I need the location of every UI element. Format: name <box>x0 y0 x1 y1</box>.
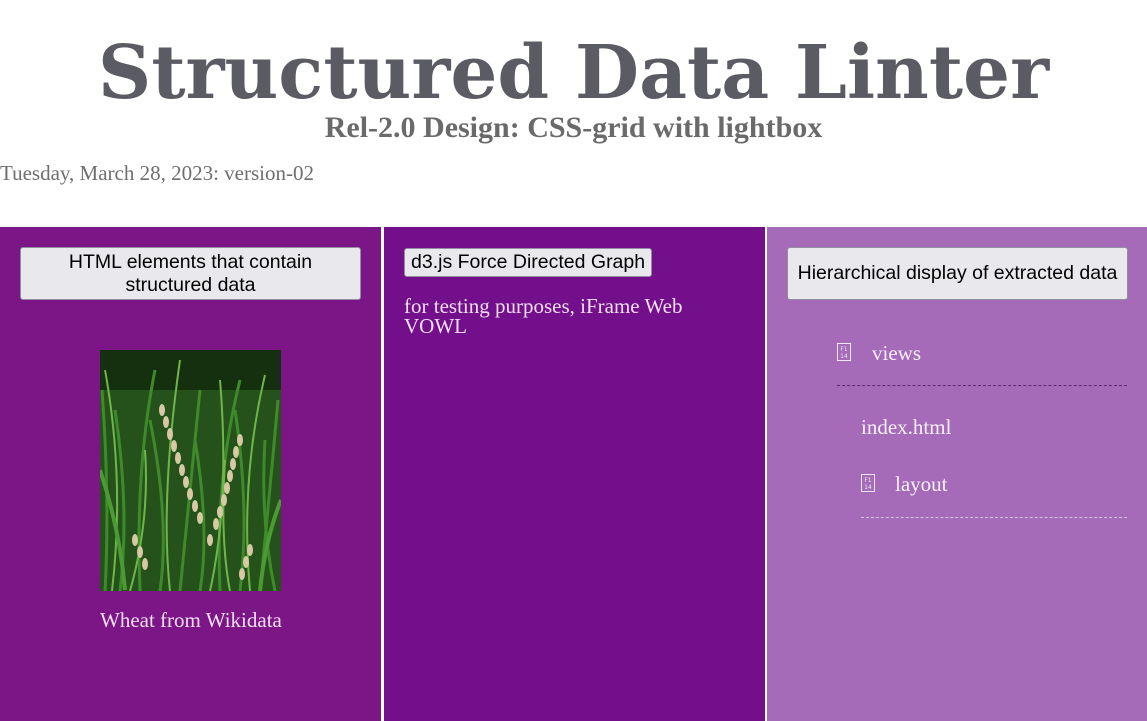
hierarchy-panel: Hierarchical display of extracted data F… <box>767 227 1147 721</box>
hierarchy-button[interactable]: Hierarchical display of extracted data <box>787 247 1128 300</box>
tree-item-index-html[interactable]: index.html <box>861 414 951 440</box>
panel-grid: HTML elements that contain structured da… <box>0 227 1147 721</box>
page-title: Structured Data Linter <box>97 30 1050 116</box>
folder-icon: F1 14 <box>837 343 851 361</box>
image-caption: Wheat from Wikidata <box>100 608 282 632</box>
tree-divider <box>837 385 1127 386</box>
wheat-image[interactable] <box>98 350 283 592</box>
tree-divider <box>861 517 1127 518</box>
tree-label-layout: layout <box>895 472 948 496</box>
page-subtitle: Rel-2.0 Design: CSS-grid with lightbox <box>324 111 823 144</box>
tree-label-views: views <box>872 341 921 365</box>
folder-icon: F1 14 <box>861 474 875 492</box>
svg-text:F1: F1 <box>840 346 847 353</box>
html-elements-button[interactable]: HTML elements that contain structured da… <box>20 247 361 300</box>
svg-text:14: 14 <box>864 484 872 491</box>
graph-panel: d3.js Force Directed Graph for testing p… <box>384 227 765 721</box>
svg-text:14: 14 <box>840 353 848 360</box>
structured-elements-panel: HTML elements that contain structured da… <box>0 227 381 721</box>
version-dateline: Tuesday, March 28, 2023: version-02 <box>0 161 314 185</box>
iframe-note: for testing purposes, iFrame Web VOWL <box>404 294 683 338</box>
force-graph-button[interactable]: d3.js Force Directed Graph <box>404 248 653 277</box>
svg-text:F1: F1 <box>864 477 871 484</box>
